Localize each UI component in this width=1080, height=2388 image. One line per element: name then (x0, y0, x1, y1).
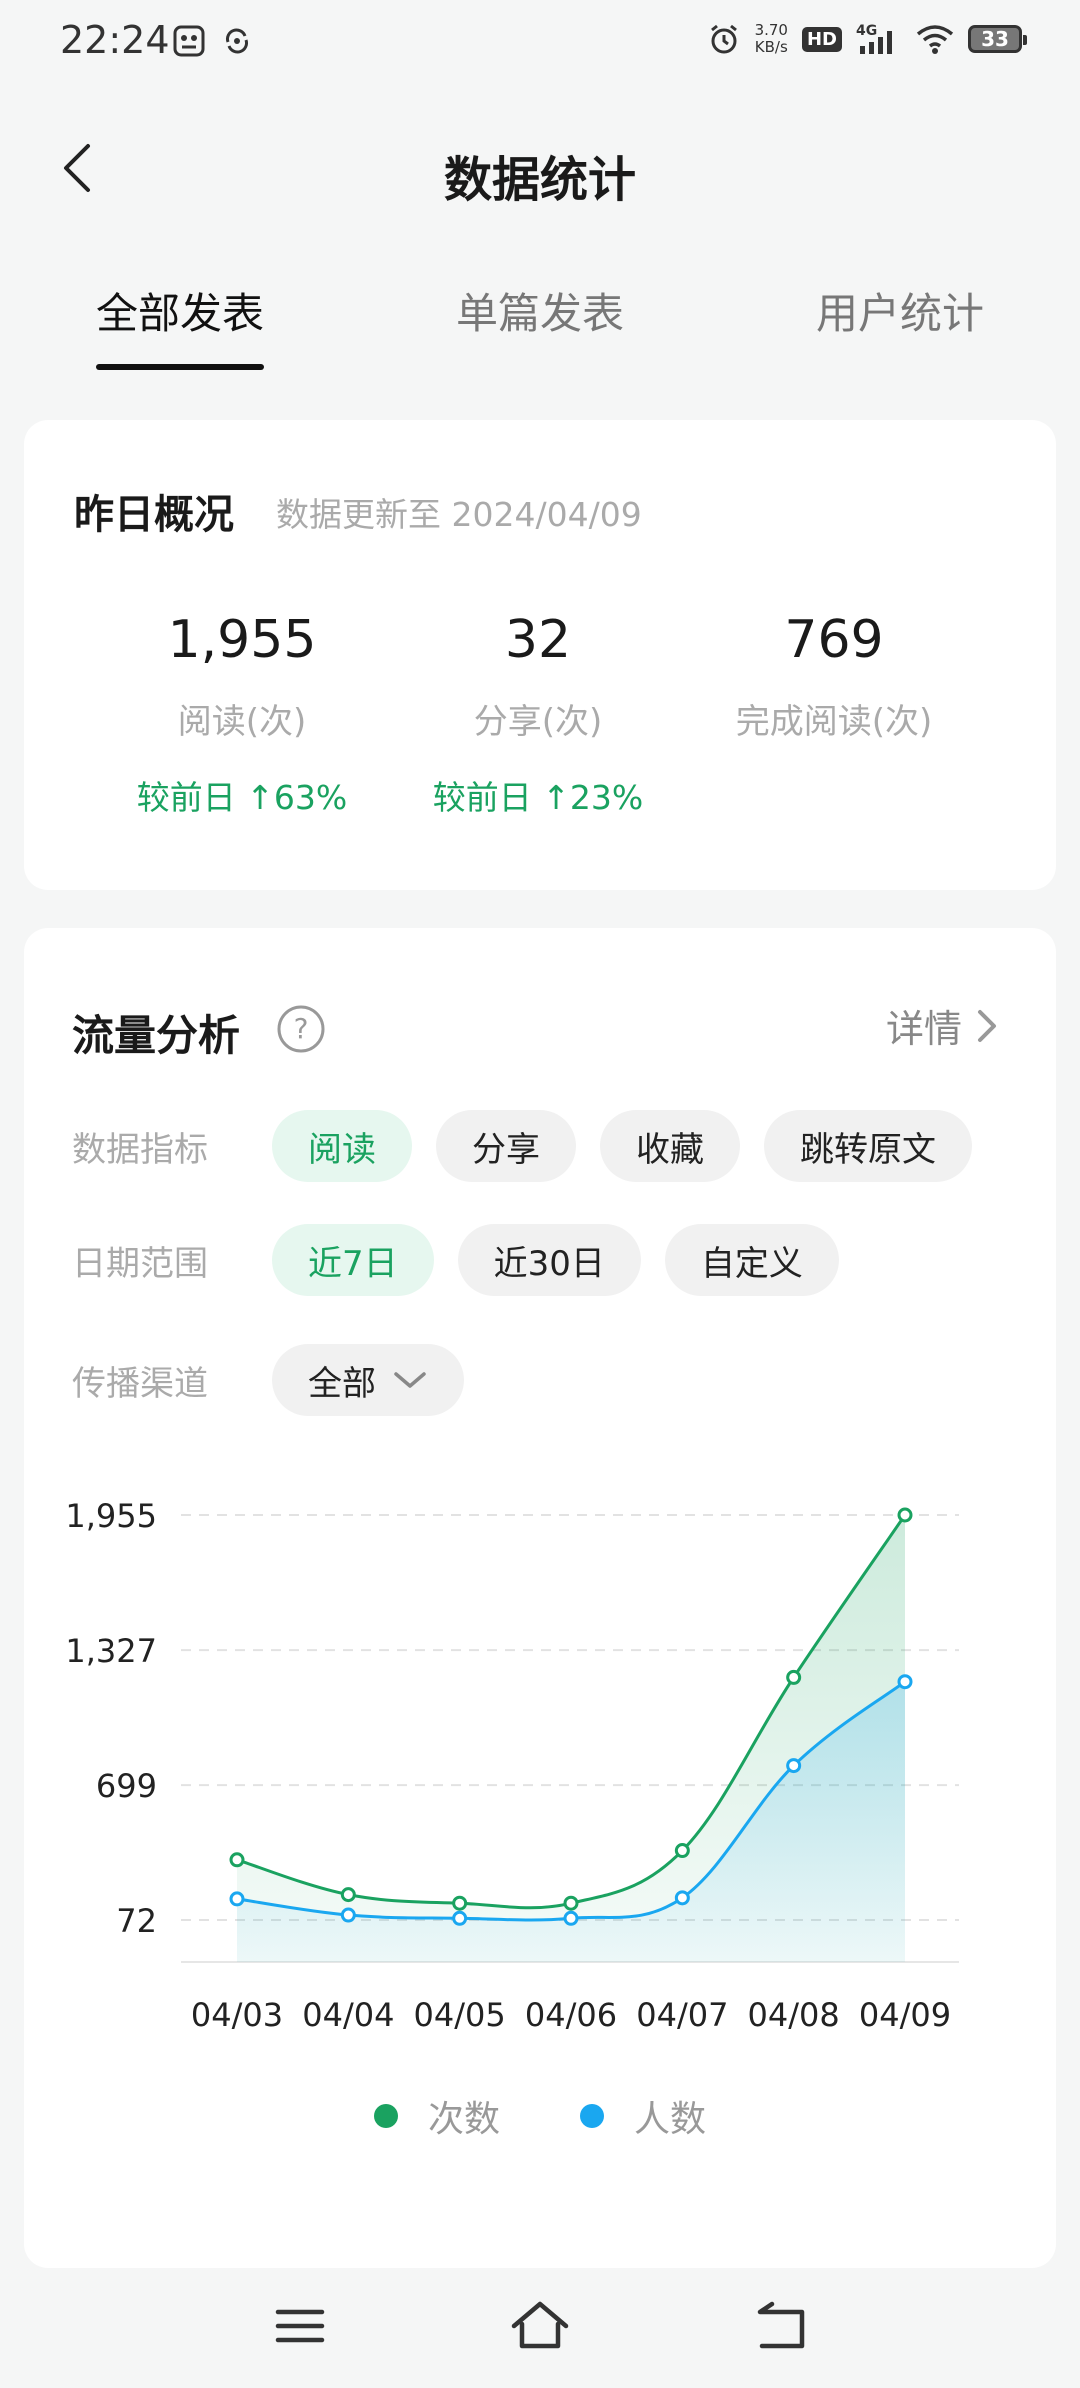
tab-active-indicator (96, 364, 264, 370)
x-tick-label: 04/07 (636, 1996, 728, 2034)
legend-dot-count (373, 2104, 398, 2128)
overview-title: 昨日概况 (74, 492, 234, 538)
stat-completed-reads[interactable]: 769 完成阅读(次) (684, 610, 984, 771)
header: 数据统计 (0, 120, 1080, 220)
menu-icon (275, 2309, 325, 2343)
y-tick-label: 1,955 (65, 1497, 157, 1535)
stat-reads[interactable]: 1,955 阅读(次) 较前日 ↑63% (92, 610, 392, 819)
sync-icon (226, 28, 248, 54)
home-icon (511, 2301, 569, 2349)
tab-all-posts[interactable]: 全部发表 (96, 280, 264, 341)
battery-icon: 33 (968, 25, 1027, 53)
data-point-count (674, 1843, 690, 1859)
page-title: 数据统计 (443, 152, 636, 208)
stat-value: 769 (784, 610, 884, 670)
traffic-chart: 1,955 1,327 699 72 04/03 04/04 04/05 04/06 04/07… (65, 1497, 959, 2034)
status-bar: 22:24 3.70 KB/s HD 4G 33 (0, 0, 1080, 84)
hd-badge: HD (801, 26, 842, 52)
stat-value: 32 (504, 610, 572, 670)
data-point-users (340, 1907, 356, 1923)
data-point-users (229, 1891, 245, 1907)
x-tick-label: 04/04 (302, 1996, 394, 2034)
y-tick-label: 72 (116, 1902, 157, 1940)
back-nav-button[interactable] (752, 2296, 812, 2356)
stat-label: 分享(次) (473, 702, 603, 742)
screen: 22:24 3.70 KB/s HD 4G 33 数据统计 全部发表 单篇发表 … (0, 0, 1080, 2388)
app-notification-icon (173, 25, 205, 57)
data-point-count (563, 1895, 579, 1911)
stat-label: 阅读(次) (177, 702, 307, 742)
stat-change: 较前日 ↑63% (136, 778, 348, 817)
signal-icon: 4G (856, 23, 892, 54)
data-point-count (897, 1507, 913, 1523)
x-tick-label: 04/05 (414, 1996, 506, 2034)
data-point-count (452, 1895, 468, 1911)
svg-text:4G: 4G (856, 23, 877, 39)
x-tick-label: 04/08 (748, 1996, 840, 2034)
data-point-users (786, 1758, 802, 1774)
legend-label-users: 人数 (634, 2099, 707, 2140)
chart-legend: 次数 人数 (24, 2090, 1056, 2142)
y-tick-label: 699 (96, 1767, 157, 1805)
tab-user-stats[interactable]: 用户统计 (816, 280, 984, 341)
status-right: 3.70 KB/s HD 4G 33 (707, 21, 1027, 56)
legend-item-users[interactable]: 人数 (580, 2090, 706, 2142)
data-point-count (340, 1887, 356, 1903)
stat-shares[interactable]: 32 分享(次) 较前日 ↑23% (388, 610, 688, 819)
status-time: 22:24 (60, 18, 170, 62)
x-tick-label: 04/09 (859, 1996, 951, 2034)
tab-single-post[interactable]: 单篇发表 (456, 280, 624, 341)
alarm-icon (710, 24, 737, 54)
network-speed: 3.70 KB/s (754, 21, 788, 56)
system-nav-bar (0, 2268, 1080, 2388)
data-point-count (229, 1852, 245, 1868)
overview-update-time: 数据更新至 2024/04/09 (276, 495, 642, 534)
menu-button[interactable] (270, 2296, 330, 2356)
data-point-users (563, 1910, 579, 1926)
legend-label-count: 次数 (427, 2099, 500, 2140)
wifi-icon (916, 25, 954, 54)
x-tick-label: 04/06 (525, 1996, 617, 2034)
legend-item-count[interactable]: 次数 (373, 2090, 500, 2142)
status-left-icons (172, 24, 254, 58)
stat-value: 1,955 (167, 610, 317, 670)
data-point-count (786, 1669, 802, 1685)
home-button[interactable] (510, 2296, 570, 2356)
stat-change: 较前日 ↑23% (432, 778, 644, 817)
x-tick-label: 04/03 (191, 1996, 283, 2034)
legend-dot-users (580, 2104, 604, 2128)
y-tick-label: 1,327 (65, 1632, 157, 1670)
data-point-users (897, 1674, 913, 1690)
stat-label: 完成阅读(次) (735, 702, 933, 742)
tab-bar: 全部发表 单篇发表 用户统计 (0, 280, 1080, 370)
traffic-card: 流量分析 ? 详情 数据指标 阅读 分享 收藏 跳转原文 日期范围 近7日 近3… (24, 928, 1056, 2268)
overview-card: 昨日概况 数据更新至 2024/04/09 1,955 阅读(次) 较前日 ↑6… (24, 420, 1056, 890)
data-point-users (674, 1890, 690, 1906)
data-point-users (452, 1910, 468, 1926)
return-icon (757, 2301, 805, 2349)
